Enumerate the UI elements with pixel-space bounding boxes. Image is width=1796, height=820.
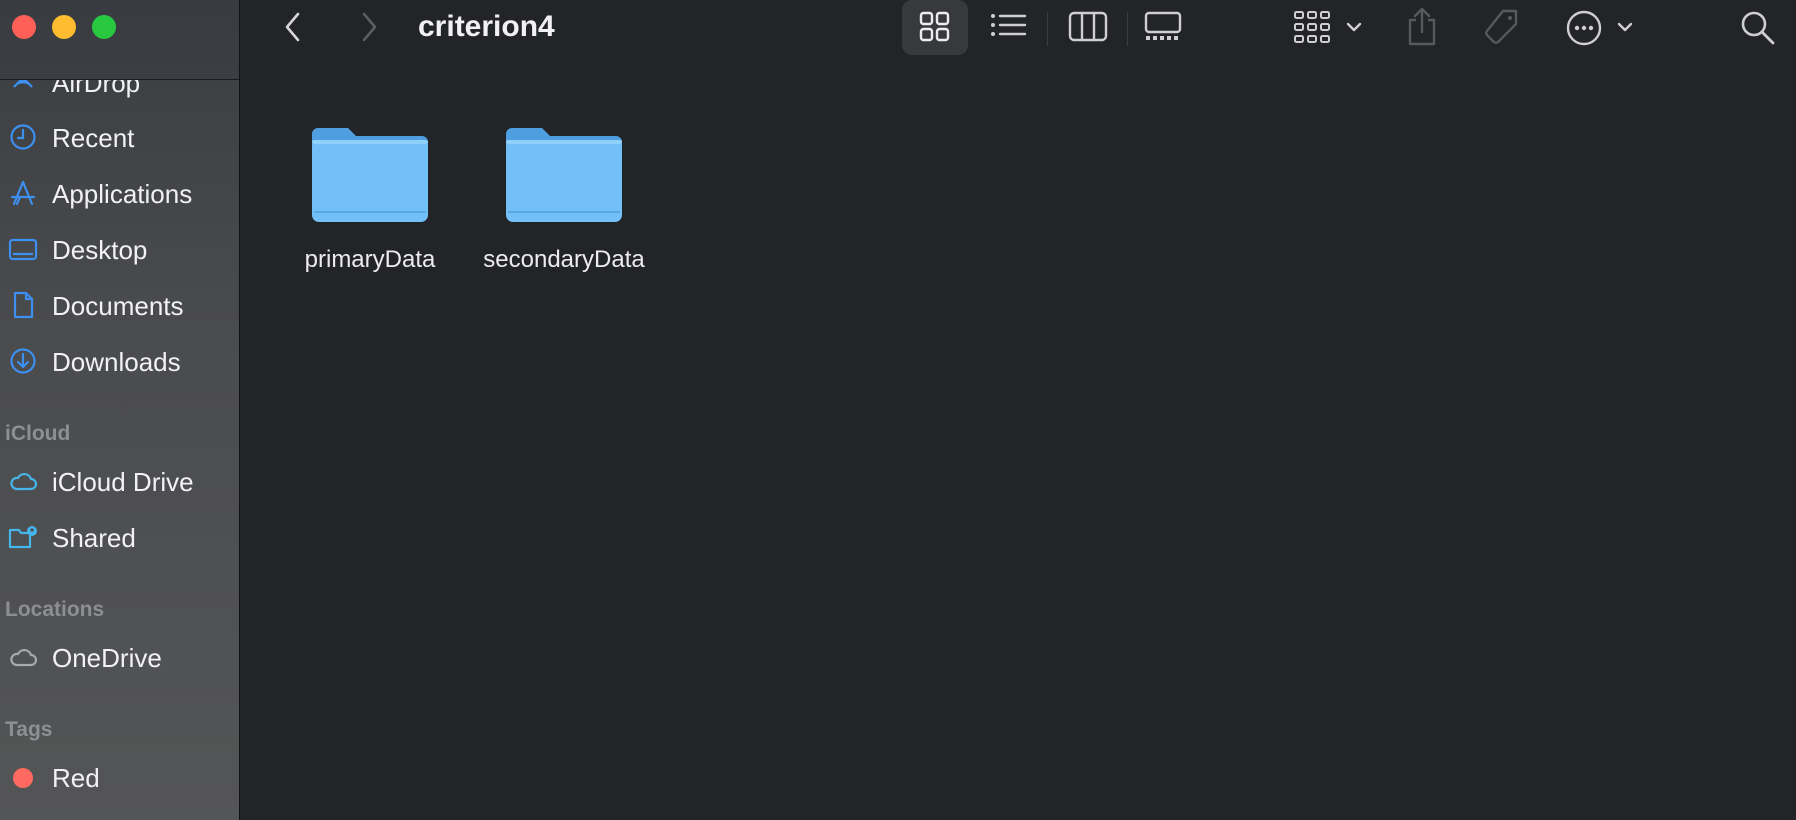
toolbar-separator [1127, 12, 1128, 46]
sidebar-item-label: Shared [52, 523, 136, 553]
shared-folder-icon [8, 526, 37, 549]
section-header-locations: Locations [5, 598, 105, 621]
sidebar-item-label: OneDrive [52, 643, 162, 673]
sidebar-item-onedrive[interactable]: OneDrive [0, 634, 239, 678]
sidebar-item-shared[interactable]: Shared [0, 514, 239, 558]
folder-icon [506, 128, 622, 222]
close-window-button[interactable] [12, 15, 36, 39]
tag-color-dot [13, 768, 33, 788]
folder-icon [312, 128, 428, 222]
sidebar-item-label: Recent [52, 123, 135, 153]
file-browser: primaryData secondaryData [241, 60, 1796, 820]
back-icon[interactable] [281, 10, 307, 44]
section-header-tags: Tags [5, 718, 53, 741]
file-name: secondaryData [483, 246, 645, 273]
icon-view-icon[interactable] [918, 10, 952, 44]
forward-icon[interactable] [355, 10, 381, 44]
section-header-icloud: iCloud [5, 422, 71, 445]
cloud-icon [10, 472, 38, 491]
window-title: criterion4 [418, 10, 555, 43]
column-view-icon[interactable] [1068, 10, 1108, 44]
sidebar-item-tag-red[interactable]: Red [0, 754, 239, 798]
sidebar-item-label: Desktop [52, 235, 148, 265]
search-icon[interactable] [1739, 9, 1777, 47]
sidebar-item-applications[interactable]: Applications [0, 170, 239, 214]
folder-item[interactable]: primaryData [275, 120, 465, 274]
chevron-down-icon[interactable] [1616, 20, 1634, 34]
sidebar-item-desktop[interactable]: Desktop [0, 226, 239, 270]
sidebar-item-label: Red [52, 763, 100, 793]
gallery-view-icon[interactable] [1143, 10, 1183, 44]
applications-icon [10, 180, 36, 206]
minimize-window-button[interactable] [52, 15, 76, 39]
sidebar-item-downloads[interactable]: Downloads [0, 338, 239, 382]
desktop-icon [8, 238, 38, 261]
titlebar [0, 0, 239, 80]
sidebar-item-icloud-drive[interactable]: iCloud Drive [0, 458, 239, 502]
toolbar: criterion4 [241, 0, 1796, 60]
toolbar-separator [1047, 12, 1048, 46]
sidebar: AirDrop Recent Applications Desktop Docu… [0, 0, 240, 820]
tag-icon[interactable] [1481, 8, 1521, 48]
sidebar-item-label: Downloads [52, 347, 181, 377]
cloud-icon [10, 648, 38, 667]
sidebar-item-label: Documents [52, 291, 184, 321]
file-name: primaryData [304, 246, 436, 273]
download-icon [10, 348, 36, 374]
sidebar-item-label: iCloud Drive [52, 467, 194, 497]
clock-icon [10, 124, 36, 150]
share-icon[interactable] [1405, 6, 1439, 48]
zoom-window-button[interactable] [92, 15, 116, 39]
sidebar-item-documents[interactable]: Documents [0, 282, 239, 326]
sidebar-item-label: Applications [52, 179, 193, 209]
more-icon[interactable] [1565, 9, 1603, 47]
sidebar-item-recent[interactable]: Recent [0, 114, 239, 158]
group-icon[interactable] [1293, 10, 1333, 46]
folder-item[interactable]: secondaryData [469, 120, 659, 274]
list-view-icon[interactable] [989, 10, 1027, 44]
document-icon [13, 291, 34, 319]
chevron-down-icon[interactable] [1345, 20, 1363, 34]
